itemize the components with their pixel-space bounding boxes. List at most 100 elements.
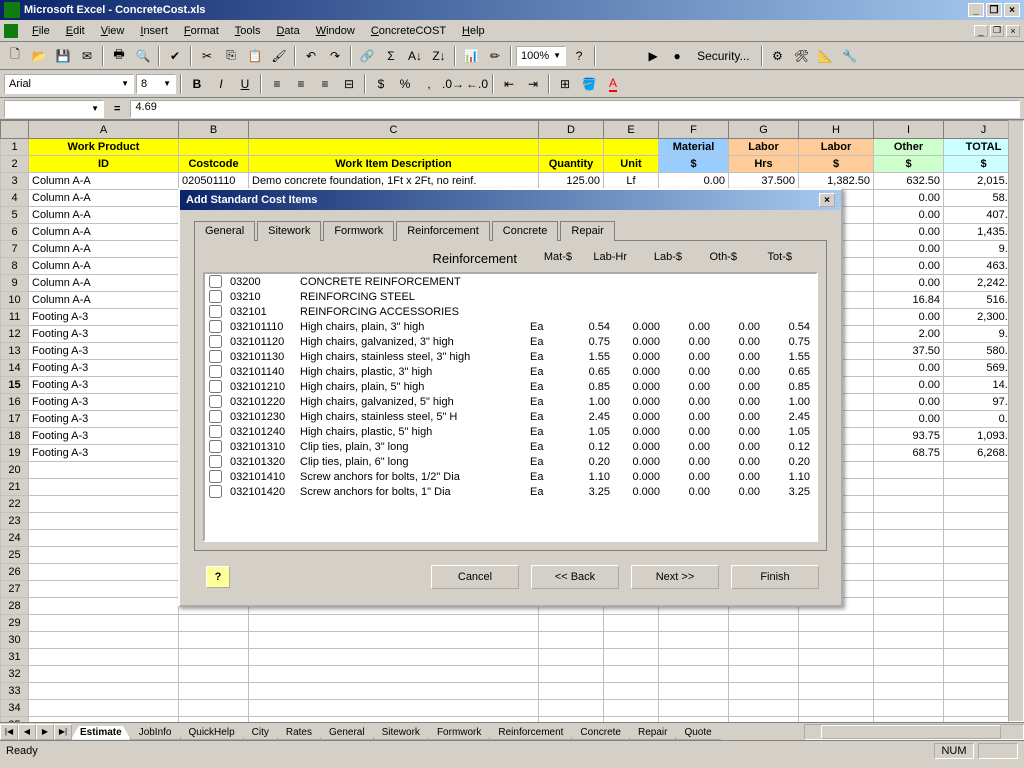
align-center-icon[interactable]: ≡: [290, 73, 312, 95]
item-checkbox[interactable]: [209, 335, 222, 348]
table-row[interactable]: 30: [1, 632, 1024, 649]
percent-icon[interactable]: %: [394, 73, 416, 95]
item-checkbox[interactable]: [209, 425, 222, 438]
vba-icon[interactable]: ⚙: [767, 45, 789, 67]
dialog-tab-repair[interactable]: Repair: [560, 221, 614, 241]
item-checkbox[interactable]: [209, 380, 222, 393]
next-button[interactable]: Next >>: [631, 565, 719, 589]
next-sheet-button[interactable]: ▶: [36, 724, 54, 740]
item-checkbox[interactable]: [209, 485, 222, 498]
list-item[interactable]: 032101110High chairs, plain, 3" highEa0.…: [205, 319, 816, 334]
record-macro-icon[interactable]: ●: [666, 45, 688, 67]
item-checkbox[interactable]: [209, 410, 222, 423]
paste-icon[interactable]: 📋: [244, 45, 266, 67]
italic-icon[interactable]: I: [210, 73, 232, 95]
doc-close-button[interactable]: ×: [1006, 25, 1020, 37]
first-sheet-button[interactable]: |◀: [0, 724, 18, 740]
list-item[interactable]: 032101140High chairs, plastic, 3" highEa…: [205, 364, 816, 379]
font-combo[interactable]: Arial▼: [4, 74, 134, 94]
table-row[interactable]: 32: [1, 666, 1024, 683]
minimize-button[interactable]: _: [968, 3, 984, 17]
comma-icon[interactable]: ,: [418, 73, 440, 95]
chart-icon[interactable]: 📊: [460, 45, 482, 67]
zoom-combo[interactable]: 100%▼: [516, 46, 566, 66]
increase-indent-icon[interactable]: ⇥: [522, 73, 544, 95]
menu-help[interactable]: Help: [454, 23, 493, 39]
sheet-tab-general[interactable]: General: [320, 726, 374, 740]
menu-edit[interactable]: Edit: [58, 23, 93, 39]
item-checkbox[interactable]: [209, 320, 222, 333]
item-checkbox[interactable]: [209, 350, 222, 363]
underline-icon[interactable]: U: [234, 73, 256, 95]
controls-icon[interactable]: 🔧: [839, 45, 861, 67]
undo-icon[interactable]: ↶: [300, 45, 322, 67]
dialog-titlebar[interactable]: Add Standard Cost Items ×: [180, 190, 841, 210]
list-item[interactable]: 032101240High chairs, plastic, 5" highEa…: [205, 424, 816, 439]
new-icon[interactable]: 🗋: [4, 45, 26, 67]
doc-restore-button[interactable]: ❐: [990, 25, 1004, 37]
item-checkbox[interactable]: [209, 455, 222, 468]
decrease-decimal-icon[interactable]: ←.0: [466, 73, 488, 95]
table-row[interactable]: 34: [1, 700, 1024, 717]
fill-color-icon[interactable]: 🪣: [578, 73, 600, 95]
save-icon[interactable]: 💾: [52, 45, 74, 67]
dialog-tab-reinforcement[interactable]: Reinforcement: [396, 221, 490, 241]
table-row[interactable]: 31: [1, 649, 1024, 666]
list-item[interactable]: 032101130High chairs, stainless steel, 3…: [205, 349, 816, 364]
sheet-tab-rates[interactable]: Rates: [277, 726, 321, 740]
table-row[interactable]: 29: [1, 615, 1024, 632]
item-checkbox[interactable]: [209, 395, 222, 408]
menu-window[interactable]: Window: [308, 23, 363, 39]
cost-items-listbox[interactable]: 03200CONCRETE REINFORCEMENT03210REINFORC…: [203, 272, 818, 542]
sheet-tab-quickhelp[interactable]: QuickHelp: [180, 726, 244, 740]
security-button[interactable]: Security...: [690, 45, 756, 67]
font-color-icon[interactable]: A: [602, 73, 624, 95]
column-headers[interactable]: ABC DEF GHIJ: [1, 121, 1024, 139]
align-left-icon[interactable]: ≡: [266, 73, 288, 95]
list-item[interactable]: 032101320Clip ties, plain, 6" longEa0.20…: [205, 454, 816, 469]
list-item[interactable]: 032101230High chairs, stainless steel, 5…: [205, 409, 816, 424]
list-item[interactable]: 032101120High chairs, galvanized, 3" hig…: [205, 334, 816, 349]
menu-view[interactable]: View: [93, 23, 133, 39]
help-button[interactable]: ?: [206, 566, 230, 588]
sheet-tab-sitework[interactable]: Sitework: [373, 726, 429, 740]
redo-icon[interactable]: ↷: [324, 45, 346, 67]
sheet-tab-estimate[interactable]: Estimate: [71, 726, 131, 740]
table-row[interactable]: 33: [1, 683, 1024, 700]
menu-tools[interactable]: Tools: [227, 23, 269, 39]
font-size-combo[interactable]: 8▼: [136, 74, 176, 94]
dialog-tab-concrete[interactable]: Concrete: [492, 221, 559, 241]
merge-center-icon[interactable]: ⊟: [338, 73, 360, 95]
menu-concretecost[interactable]: ConcreteCOST: [363, 23, 454, 39]
hyperlink-icon[interactable]: 🔗: [356, 45, 378, 67]
autosum-icon[interactable]: Σ: [380, 45, 402, 67]
menu-file[interactable]: File: [24, 23, 58, 39]
sheet-tab-repair[interactable]: Repair: [629, 726, 676, 740]
increase-decimal-icon[interactable]: .0→: [442, 73, 464, 95]
formula-input[interactable]: 4.69: [130, 100, 1020, 118]
item-checkbox[interactable]: [209, 275, 222, 288]
item-checkbox[interactable]: [209, 365, 222, 378]
design-mode-icon[interactable]: 📐: [815, 45, 837, 67]
item-checkbox[interactable]: [209, 470, 222, 483]
sort-asc-icon[interactable]: A↓: [404, 45, 426, 67]
list-item[interactable]: 03200CONCRETE REINFORCEMENT: [205, 274, 816, 289]
item-checkbox[interactable]: [209, 305, 222, 318]
finish-button[interactable]: Finish: [731, 565, 819, 589]
sheet-tab-jobinfo[interactable]: JobInfo: [130, 726, 181, 740]
list-item[interactable]: 03210REINFORCING STEEL: [205, 289, 816, 304]
list-item[interactable]: 032101220High chairs, galvanized, 5" hig…: [205, 394, 816, 409]
bold-icon[interactable]: B: [186, 73, 208, 95]
menu-data[interactable]: Data: [268, 23, 307, 39]
menu-format[interactable]: Format: [176, 23, 227, 39]
sheet-tab-formwork[interactable]: Formwork: [428, 726, 490, 740]
dialog-tab-formwork[interactable]: Formwork: [323, 221, 394, 241]
list-item[interactable]: 032101210High chairs, plain, 5" highEa0.…: [205, 379, 816, 394]
drawing-icon[interactable]: ✏: [484, 45, 506, 67]
menu-insert[interactable]: Insert: [132, 23, 176, 39]
align-right-icon[interactable]: ≡: [314, 73, 336, 95]
item-checkbox[interactable]: [209, 290, 222, 303]
name-box[interactable]: ▼: [4, 100, 104, 118]
help-icon[interactable]: ?: [568, 45, 590, 67]
print-preview-icon[interactable]: 🔍: [132, 45, 154, 67]
